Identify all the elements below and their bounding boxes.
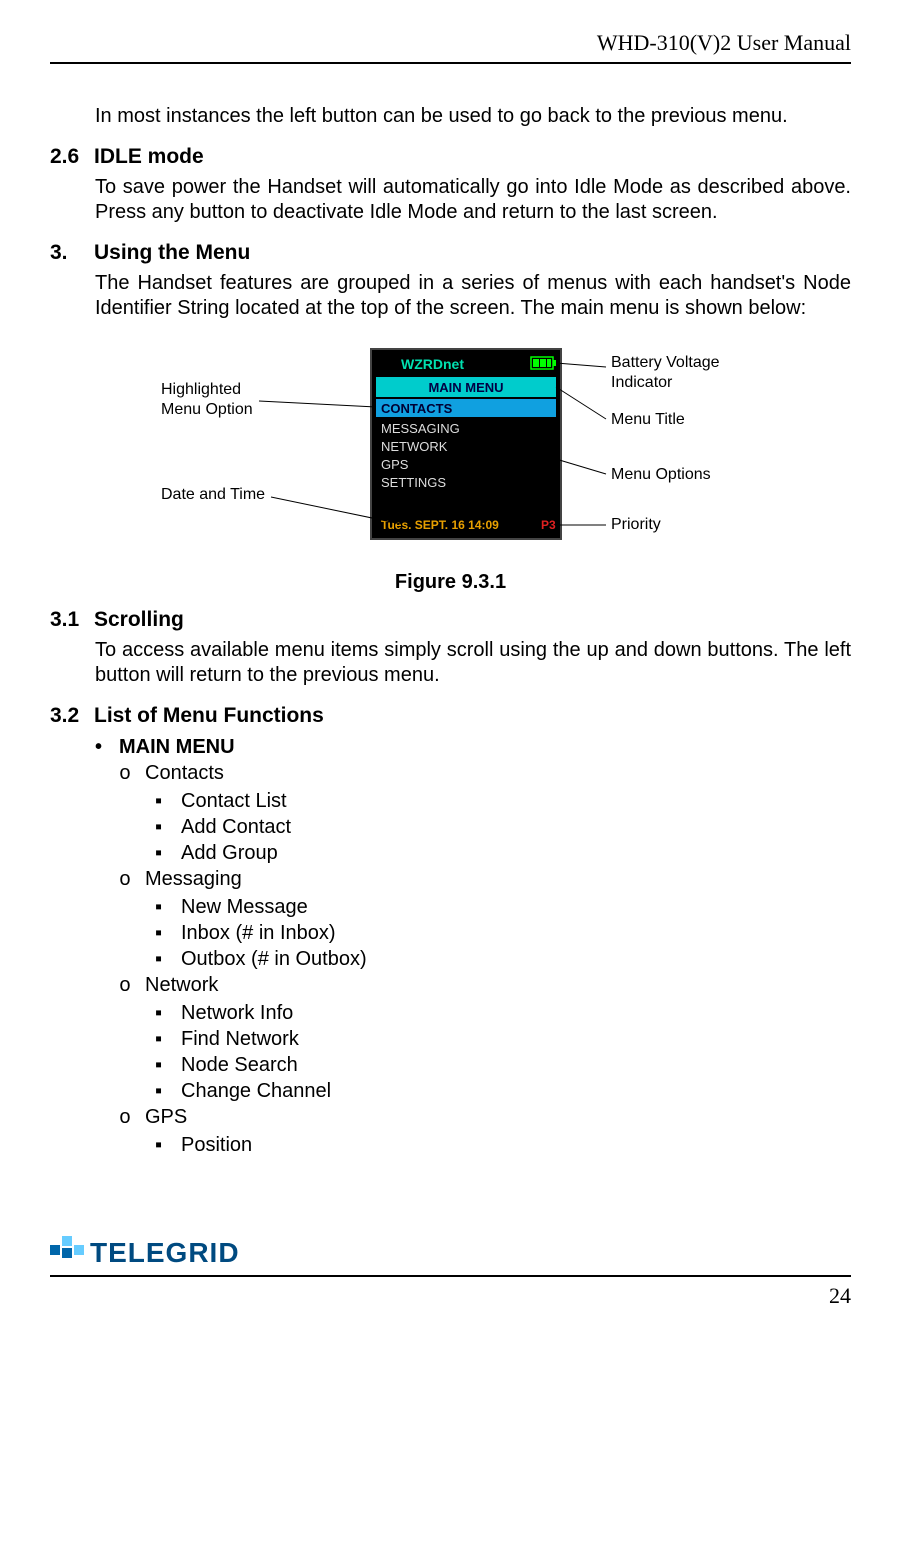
- list-item: ▪Position: [155, 1132, 851, 1158]
- header-rule: [50, 62, 851, 64]
- square-marker-icon: ▪: [155, 894, 181, 920]
- heading-text: List of Menu Functions: [94, 704, 324, 727]
- item-text: Inbox (# in Inbox): [181, 920, 336, 946]
- sec-26-body: To save power the Handset will automatic…: [95, 175, 851, 225]
- item-text: Find Network: [181, 1026, 299, 1052]
- circle-marker-icon: o: [119, 762, 145, 788]
- sub-network: oNetwork: [119, 972, 851, 1000]
- label-menu-title: Menu Title: [611, 411, 685, 428]
- screen-datetime: Tues. SEPT. 16 14:09: [381, 518, 499, 532]
- heading-num: 3.1: [50, 608, 94, 632]
- heading-text: Using the Menu: [94, 241, 250, 264]
- square-marker-icon: ▪: [155, 840, 181, 866]
- bullet-dot-icon: •: [95, 734, 119, 760]
- screen-item-3: GPS: [381, 457, 409, 472]
- screen-priority: P3: [541, 518, 556, 532]
- circle-marker-icon: o: [119, 974, 145, 1000]
- square-marker-icon: ▪: [155, 946, 181, 972]
- sec-31-body: To access available menu items simply sc…: [95, 638, 851, 688]
- sub-contacts: oContacts: [119, 760, 851, 788]
- screen-item-1: MESSAGING: [381, 421, 460, 436]
- network-label: Network: [145, 972, 218, 998]
- heading-num: 3.2: [50, 704, 94, 728]
- list-item: ▪Network Info: [155, 1000, 851, 1026]
- logo-icon: [50, 1236, 84, 1269]
- logo: TELEGRID: [50, 1236, 240, 1269]
- heading-num: 3.: [50, 241, 94, 265]
- square-marker-icon: ▪: [155, 1132, 181, 1158]
- item-text: New Message: [181, 894, 308, 920]
- square-marker-icon: ▪: [155, 1052, 181, 1078]
- screen-menu-title: MAIN MENU: [428, 380, 503, 395]
- page-number-wrap: 24: [50, 1283, 851, 1309]
- item-text: Network Info: [181, 1000, 293, 1026]
- heading-3: 3.Using the Menu: [50, 241, 851, 265]
- item-text: Position: [181, 1132, 252, 1158]
- item-text: Outbox (# in Outbox): [181, 946, 367, 972]
- list-item: ▪New Message: [155, 894, 851, 920]
- list-item: ▪Add Group: [155, 840, 851, 866]
- screen-node-id: WZRDnet: [401, 356, 464, 372]
- square-marker-icon: ▪: [155, 788, 181, 814]
- screen-item-4: SETTINGS: [381, 475, 446, 490]
- heading-text: IDLE mode: [94, 145, 204, 168]
- label-highlighted-2: Menu Option: [161, 401, 253, 418]
- menu-list: • MAIN MENU oContacts ▪Contact List ▪Add…: [95, 734, 851, 1158]
- screen-item-0: CONTACTS: [381, 401, 453, 416]
- item-text: Add Group: [181, 840, 278, 866]
- page-number: 24: [829, 1283, 851, 1308]
- gps-label: GPS: [145, 1104, 187, 1130]
- item-text: Contact List: [181, 788, 287, 814]
- logo-text: TELEGRID: [90, 1237, 240, 1269]
- list-item: ▪Contact List: [155, 788, 851, 814]
- footer: TELEGRID: [50, 1236, 851, 1269]
- figure-caption: Figure 9.3.1: [50, 571, 851, 594]
- footer-rule: [50, 1275, 851, 1277]
- item-text: Add Contact: [181, 814, 291, 840]
- circle-marker-icon: o: [119, 1106, 145, 1132]
- label-datetime: Date and Time: [161, 486, 265, 503]
- label-menu-options: Menu Options: [611, 466, 711, 483]
- label-priority: Priority: [611, 516, 661, 533]
- list-item: ▪Change Channel: [155, 1078, 851, 1104]
- label-highlighted-1: Highlighted: [161, 381, 241, 398]
- heading-3-2: 3.2List of Menu Functions: [50, 704, 851, 728]
- item-text: Change Channel: [181, 1078, 331, 1104]
- intro-paragraph: In most instances the left button can be…: [95, 104, 851, 129]
- sec-3-body: The Handset features are grouped in a se…: [95, 271, 851, 321]
- figure-svg: WZRDnet MAIN MENU CONTACTS MESSAGING NET…: [101, 339, 801, 559]
- square-marker-icon: ▪: [155, 1000, 181, 1026]
- messaging-label: Messaging: [145, 866, 242, 892]
- header-doc-title: WHD-310(V)2 User Manual: [50, 30, 851, 56]
- sub-gps: oGPS: [119, 1104, 851, 1132]
- list-item: ▪Outbox (# in Outbox): [155, 946, 851, 972]
- list-item: ▪Find Network: [155, 1026, 851, 1052]
- square-marker-icon: ▪: [155, 814, 181, 840]
- list-item: ▪Inbox (# in Inbox): [155, 920, 851, 946]
- screen-item-2: NETWORK: [381, 439, 448, 454]
- sub-messaging: oMessaging: [119, 866, 851, 894]
- figure-wrap: WZRDnet MAIN MENU CONTACTS MESSAGING NET…: [50, 339, 851, 559]
- contacts-label: Contacts: [145, 760, 224, 786]
- heading-2-6: 2.6IDLE mode: [50, 145, 851, 169]
- heading-3-1: 3.1Scrolling: [50, 608, 851, 632]
- circle-marker-icon: o: [119, 868, 145, 894]
- label-battery-1: Battery Voltage: [611, 354, 720, 371]
- heading-text: Scrolling: [94, 608, 184, 631]
- main-menu-label: MAIN MENU: [119, 734, 235, 760]
- list-item: ▪Node Search: [155, 1052, 851, 1078]
- square-marker-icon: ▪: [155, 1026, 181, 1052]
- label-battery-2: Indicator: [611, 374, 673, 391]
- list-item: ▪Add Contact: [155, 814, 851, 840]
- square-marker-icon: ▪: [155, 1078, 181, 1104]
- page: WHD-310(V)2 User Manual In most instance…: [0, 0, 901, 1339]
- item-text: Node Search: [181, 1052, 298, 1078]
- heading-num: 2.6: [50, 145, 94, 169]
- square-marker-icon: ▪: [155, 920, 181, 946]
- main-menu-bullet: • MAIN MENU: [95, 734, 851, 760]
